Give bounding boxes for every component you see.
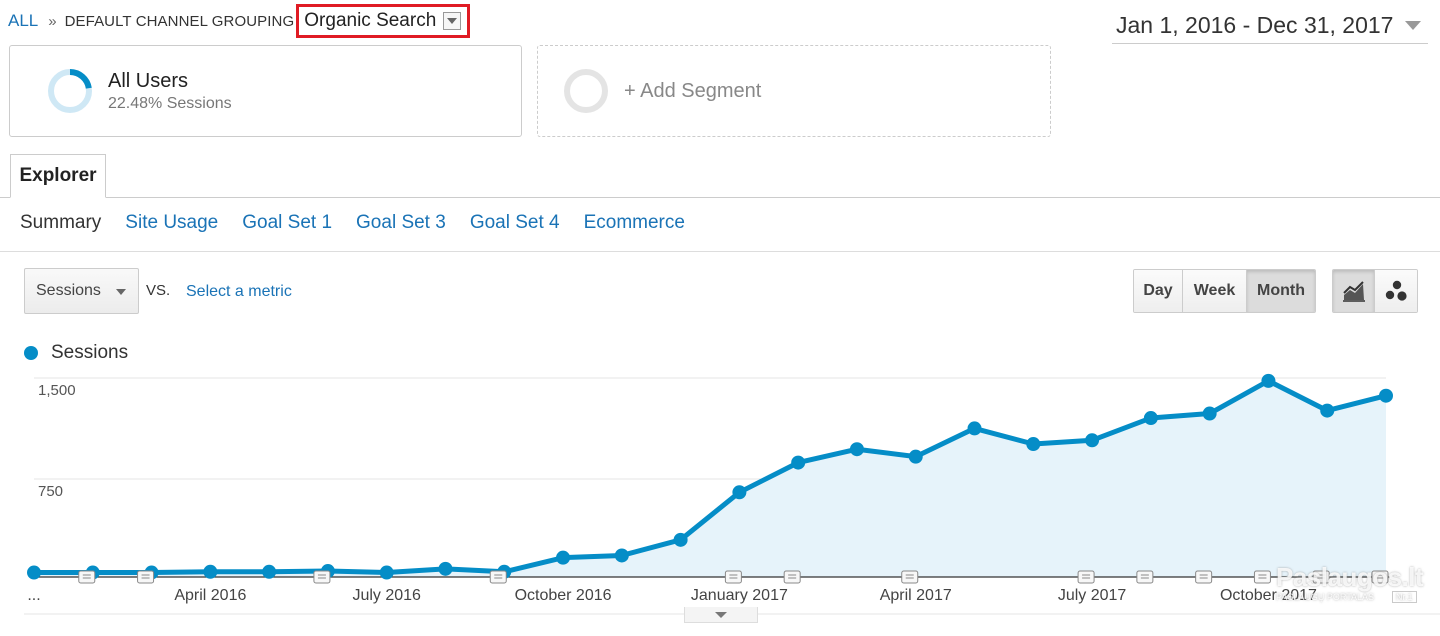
segment-ring-icon: [48, 69, 92, 113]
motion-chart-icon: [1385, 280, 1407, 301]
breadcrumb: ALL » DEFAULT CHANNEL GROUPING Organic S…: [8, 4, 471, 38]
date-range-picker[interactable]: Jan 1, 2016 - Dec 31, 2017: [1112, 8, 1428, 44]
segment-name: All Users: [108, 69, 189, 92]
tab-divider: [0, 197, 1440, 198]
annotation-marker-icon[interactable]: [724, 570, 742, 584]
chart-legend: Sessions: [24, 342, 128, 364]
data-point: [614, 548, 629, 563]
breadcrumb-grouping[interactable]: DEFAULT CHANNEL GROUPING: [65, 13, 295, 30]
annotation-marker-icon[interactable]: [1253, 570, 1271, 584]
segment-all-users[interactable]: All Users 22.48% Sessions: [9, 45, 522, 137]
chevron-down-icon[interactable]: [1405, 21, 1422, 30]
data-point: [1026, 437, 1041, 452]
x-tick-label: January 2017: [691, 587, 788, 604]
period-toggle: Day Week Month: [1133, 269, 1316, 313]
chart-type-toggle: [1332, 269, 1418, 313]
legend-label: Sessions: [51, 342, 129, 363]
line-chart-icon: [1342, 281, 1365, 302]
data-point: [1379, 388, 1393, 403]
period-week-button[interactable]: Week: [1183, 270, 1247, 312]
data-point: [1143, 411, 1158, 426]
annotation-marker-icon[interactable]: [1195, 570, 1213, 584]
data-point: [1320, 403, 1335, 418]
watermark-subtitle: PASLAUGŲ PORTALAS Nr.1: [1276, 591, 1420, 603]
data-point: [791, 455, 806, 470]
vs-label: VS.: [146, 282, 171, 299]
tab-explorer[interactable]: Explorer: [10, 154, 106, 198]
breadcrumb-value: Organic Search: [304, 10, 437, 31]
x-tick-label: October 2016: [515, 587, 612, 604]
empty-segment-ring-icon: [564, 69, 608, 113]
add-segment-button[interactable]: + Add Segment: [537, 45, 1051, 137]
subtab-goal-set-4[interactable]: Goal Set 4: [470, 212, 560, 234]
breadcrumb-all-link[interactable]: ALL: [8, 11, 38, 31]
date-range-label: Jan 1, 2016 - Dec 31, 2017: [1116, 12, 1394, 38]
subtab-ecommerce[interactable]: Ecommerce: [584, 212, 685, 234]
select-metric-link[interactable]: Select a metric: [186, 283, 292, 301]
annotation-marker-icon[interactable]: [78, 570, 96, 584]
data-point: [556, 550, 571, 565]
subtab-divider: [0, 251, 1440, 252]
subtab-site-usage[interactable]: Site Usage: [125, 212, 218, 234]
explorer-subtabs: Summary Site Usage Goal Set 1 Goal Set 3…: [20, 212, 709, 234]
breadcrumb-separator: »: [48, 12, 57, 30]
annotation-marker-icon[interactable]: [783, 570, 801, 584]
annotation-marker-icon[interactable]: [1077, 570, 1095, 584]
data-point: [967, 421, 982, 436]
annotation-marker-icon[interactable]: [1136, 570, 1154, 584]
chart-expand-button[interactable]: [684, 607, 758, 623]
x-tick-label: April 2016: [174, 587, 246, 604]
data-point: [203, 564, 218, 579]
metric-select[interactable]: Sessions: [24, 268, 139, 314]
period-month-button[interactable]: Month: [1247, 270, 1315, 312]
x-tick-label: July 2017: [1058, 587, 1127, 604]
watermark-nr: Nr.1: [1392, 591, 1417, 603]
period-day-button[interactable]: Day: [1134, 270, 1183, 312]
watermark-sub: PASLAUGŲ PORTALAS: [1276, 592, 1375, 602]
sessions-chart: 1,500 750... April 2016 July 2016 October 20…: [24, 373, 1440, 615]
watermark-title: Paslaugos.lt: [1276, 562, 1424, 592]
data-point: [732, 485, 747, 500]
chevron-down-icon: [116, 289, 126, 295]
annotation-marker-icon[interactable]: [313, 570, 331, 584]
data-point: [262, 564, 277, 579]
line-chart-button[interactable]: [1333, 270, 1375, 312]
chevron-down-icon[interactable]: [443, 12, 462, 30]
segment-detail: 22.48% Sessions: [108, 94, 232, 112]
data-point: [1202, 406, 1217, 421]
data-point: [673, 532, 688, 547]
annotation-marker-icon[interactable]: [901, 570, 919, 584]
legend-swatch: [24, 346, 38, 360]
y-tick-label: 1,500: [38, 382, 76, 399]
subtab-goal-set-1[interactable]: Goal Set 1: [242, 212, 332, 234]
data-point: [438, 561, 453, 576]
breadcrumb-value-selector[interactable]: Organic Search: [296, 4, 471, 38]
data-point: [1261, 373, 1276, 388]
x-tick-label: April 2017: [880, 587, 952, 604]
annotation-marker-icon[interactable]: [137, 570, 155, 584]
y-tick-label: 750: [38, 483, 63, 500]
subtab-goal-set-3[interactable]: Goal Set 3: [356, 212, 446, 234]
metric-select-value: Sessions: [36, 282, 101, 299]
data-point: [1085, 433, 1100, 448]
motion-chart-button[interactable]: [1375, 270, 1417, 312]
annotation-marker-icon[interactable]: [489, 570, 507, 584]
add-segment-label: + Add Segment: [624, 79, 762, 102]
data-point: [849, 442, 864, 457]
data-point: [908, 449, 923, 464]
x-tick-label: July 2016: [352, 587, 421, 604]
watermark: Paslaugos.lt PASLAUGŲ PORTALAS Nr.1: [1276, 562, 1424, 614]
data-point: [379, 565, 394, 580]
data-point: [27, 565, 41, 580]
x-tick-label: ...: [27, 587, 40, 604]
subtab-summary[interactable]: Summary: [20, 212, 101, 234]
